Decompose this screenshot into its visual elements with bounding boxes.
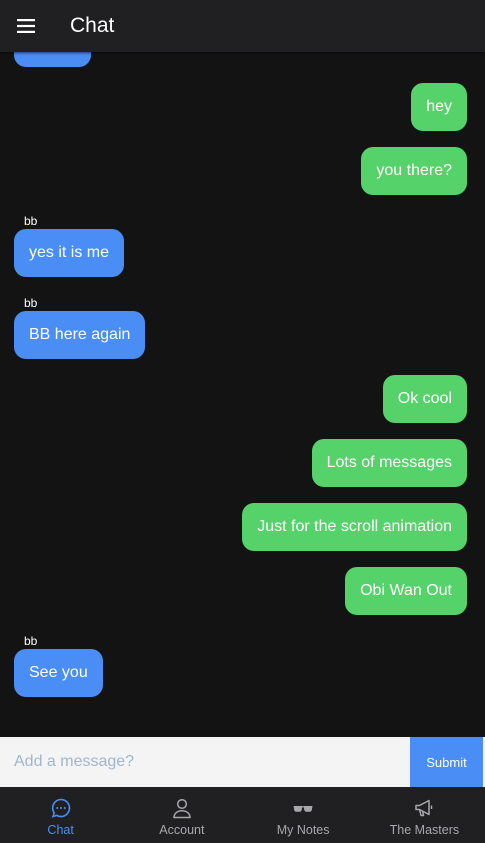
message-bubble-outgoing: Lots of messages <box>311 439 467 487</box>
message-bubble-incoming: yes it is me <box>14 229 125 277</box>
tab-the-masters[interactable]: The Masters <box>364 787 485 843</box>
message-bubble-incoming: See you <box>14 649 103 697</box>
message-composer: Submit <box>0 737 485 787</box>
message-bubble-outgoing: Ok cool <box>382 375 467 423</box>
tab-my-notes[interactable]: My Notes <box>243 787 364 843</box>
tab-chat[interactable]: Chat <box>0 787 121 843</box>
page-title: Chat <box>70 14 115 37</box>
message-bubble-incoming: BB here again <box>14 311 146 359</box>
megaphone-icon <box>413 797 435 819</box>
message-sender: bb <box>24 296 38 310</box>
bottom-tab-bar: Chat Account My Notes The Masters <box>0 787 485 843</box>
message-sender: bb <box>24 634 38 648</box>
glasses-icon <box>292 797 314 819</box>
person-icon <box>171 797 193 819</box>
submit-button[interactable]: Submit <box>410 737 483 787</box>
message-list[interactable]: hey you there? bb yes it is me bb BB her… <box>0 52 485 737</box>
tab-label: The Masters <box>389 823 460 837</box>
tab-label: My Notes <box>276 823 330 837</box>
hamburger-icon <box>17 19 35 33</box>
tab-label: Account <box>159 823 205 837</box>
app-header: Chat <box>0 0 485 52</box>
message-input[interactable] <box>0 737 410 787</box>
tab-label: Chat <box>47 823 74 837</box>
message-sender: bb <box>24 214 38 228</box>
message-bubble-outgoing: you there? <box>361 147 467 195</box>
chat-bubble-icon <box>50 797 72 819</box>
message-bubble-outgoing: hey <box>411 83 467 131</box>
message-bubble-incoming <box>14 52 91 67</box>
message-bubble-outgoing: Obi Wan Out <box>345 567 467 615</box>
message-bubble-outgoing: Just for the scroll animation <box>242 503 467 551</box>
tab-account[interactable]: Account <box>121 787 242 843</box>
chat-app: Chat hey you there? bb yes it is me bb B… <box>0 0 485 843</box>
menu-button[interactable] <box>0 0 52 52</box>
